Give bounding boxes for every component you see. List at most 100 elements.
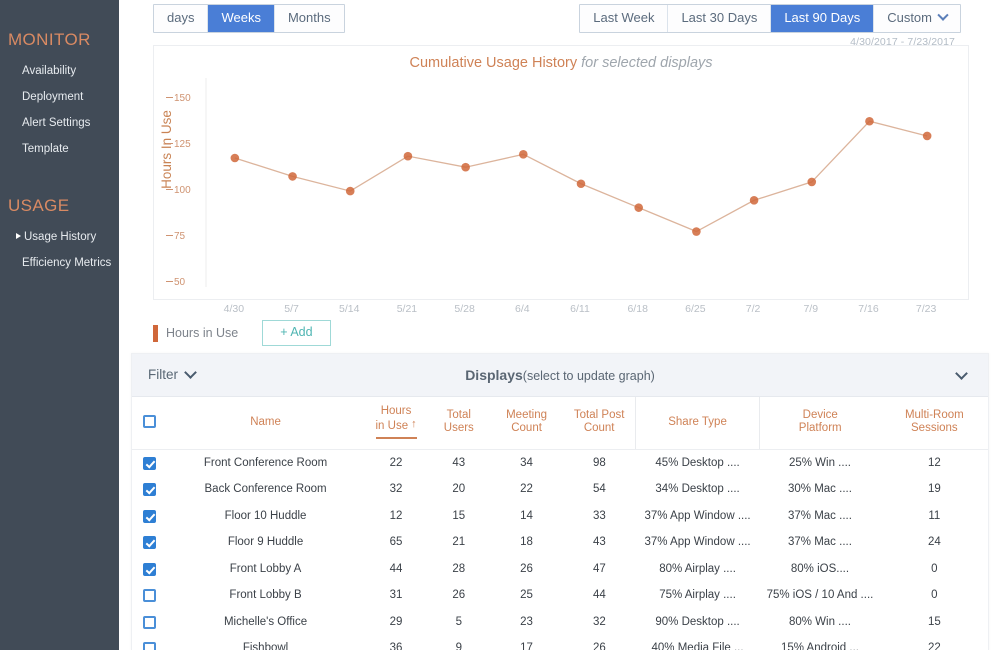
- chart-data-point[interactable]: [288, 172, 297, 181]
- chart-plot-area[interactable]: 50 75 100 125 150: [154, 46, 970, 301]
- row-checkbox[interactable]: [142, 562, 156, 576]
- usage-history-page: MONITOR Availability Deployment Alert Se…: [0, 0, 1000, 650]
- header-meeting-line2: Count: [511, 422, 542, 434]
- cell-meeting-count: 23: [520, 615, 533, 628]
- sidebar-item-efficiency-metrics[interactable]: Efficiency Metrics: [0, 250, 119, 276]
- table-row[interactable]: Fishbowl 36 9 17 26 40% Media File ... 15% And…: [132, 636, 988, 650]
- displays-panel-title: Displays(select to update graph): [132, 367, 988, 383]
- cell-total-users: 20: [452, 483, 466, 496]
- cell-device-platform: 37% Mac ....: [788, 536, 852, 549]
- displays-table-body: Front Conference Room 22 43 34 98 45% Desktop…: [132, 450, 988, 650]
- chart-data-point[interactable]: [692, 227, 701, 236]
- row-checkbox[interactable]: [142, 589, 156, 603]
- sidebar-item-deployment[interactable]: Deployment: [0, 84, 119, 110]
- select-all-checkbox[interactable]: [142, 415, 156, 429]
- table-row[interactable]: Front Lobby B 31 26 25 44 75% Airplay .... 75%…: [132, 583, 988, 610]
- cell-multi-room-sessions: 24: [927, 536, 941, 549]
- chart-x-axis: 4/30 5/7 5/14 5/21 5/28 6/4 6/11 6/18 6/25 7/2 7/9…: [153, 303, 969, 319]
- chart-data-point[interactable]: [519, 150, 528, 159]
- sidebar-item-label: Deployment: [22, 91, 84, 103]
- chart-data-point[interactable]: [865, 116, 874, 126]
- row-select-cell: [132, 609, 166, 636]
- sidebar-item-template[interactable]: Template: [0, 136, 119, 162]
- sidebar-item-alert-settings[interactable]: Alert Settings: [0, 110, 119, 136]
- chart-x-tick: 6/4: [514, 303, 530, 315]
- row-checkbox[interactable]: [142, 509, 156, 523]
- chart-x-tick: 5/14: [339, 303, 360, 315]
- cell-name[interactable]: Floor 9 Huddle: [166, 530, 364, 557]
- sidebar-item-usage-history[interactable]: Usage History: [0, 224, 119, 250]
- header-device-platform[interactable]: Device Platform: [758, 397, 881, 450]
- granularity-months-button[interactable]: Months: [274, 5, 344, 32]
- usage-chart-card: Cumulative Usage History for selected di…: [153, 45, 969, 300]
- cell-name[interactable]: Back Conference Room: [166, 477, 364, 504]
- header-platform-line1: Device: [802, 409, 838, 421]
- cell-device-platform: 25% Win ....: [788, 456, 851, 469]
- row-checkbox[interactable]: [142, 615, 156, 629]
- chart-data-point[interactable]: [922, 131, 932, 141]
- cell-share-type: 90% Desktop ....: [655, 615, 740, 628]
- header-users-line1: Total: [446, 409, 471, 421]
- chart-data-point[interactable]: [230, 153, 240, 163]
- chart-data-point[interactable]: [634, 203, 643, 212]
- cell-share-type: 40% Media File ...: [651, 642, 744, 650]
- cell-name[interactable]: Floor 10 Huddle: [166, 503, 364, 530]
- displays-panel: Filter Displays(select to update graph) …: [131, 353, 989, 650]
- range-custom-button[interactable]: Custom: [874, 5, 960, 32]
- row-checkbox[interactable]: [142, 456, 156, 470]
- cell-multi-room-sessions: 11: [928, 509, 941, 522]
- range-last-30-days-button[interactable]: Last 30 Days: [668, 5, 772, 32]
- sort-ascending-icon: ↑: [411, 418, 417, 430]
- table-row[interactable]: Michelle's Office 29 5 23 32 90% Desktop ....…: [132, 609, 988, 636]
- cell-device-platform: 37% Mac ....: [788, 509, 852, 522]
- range-last-90-days-button[interactable]: Last 90 Days: [771, 5, 875, 32]
- chart-data-point[interactable]: [461, 162, 470, 172]
- header-share-type[interactable]: Share Type: [635, 397, 760, 450]
- header-hours-in-use[interactable]: Hours in Use ↑: [364, 397, 428, 450]
- cell-total-users: 9: [455, 642, 462, 650]
- add-series-button[interactable]: + Add: [262, 320, 331, 346]
- chart-data-point[interactable]: [403, 151, 413, 161]
- cell-name[interactable]: Fishbowl: [166, 636, 364, 650]
- cell-name[interactable]: Front Lobby A: [166, 556, 364, 583]
- chart-data-point[interactable]: [749, 195, 759, 205]
- row-checkbox[interactable]: [142, 536, 156, 550]
- cell-share-type: 37% App Window ....: [644, 509, 751, 522]
- header-meeting-count[interactable]: Meeting Count: [490, 397, 563, 450]
- chart-data-point[interactable]: [345, 186, 355, 196]
- header-total-users[interactable]: Total Users: [427, 397, 491, 450]
- header-name[interactable]: Name: [166, 397, 365, 450]
- cell-multi-room-sessions: 19: [927, 483, 941, 496]
- cell-name[interactable]: Front Lobby B: [166, 583, 364, 610]
- cell-total-users: 28: [452, 562, 466, 575]
- cell-meeting-count: 34: [520, 456, 533, 469]
- row-select-cell: [132, 530, 166, 557]
- cell-multi-room-sessions: 15: [927, 615, 941, 628]
- range-last-week-button[interactable]: Last Week: [580, 5, 669, 32]
- table-row[interactable]: Floor 10 Huddle 12 15 14 33 37% App Window ..…: [132, 503, 988, 530]
- header-users-line2: Users: [443, 422, 474, 434]
- chart-x-tick: 7/23: [915, 303, 937, 315]
- row-select-cell: [132, 450, 166, 477]
- table-row[interactable]: Front Lobby A 44 28 26 47 80% Airplay .... 80%…: [132, 556, 988, 583]
- header-multi-room-sessions[interactable]: Multi-Room Sessions: [880, 397, 988, 450]
- chart-data-point[interactable]: [576, 179, 586, 189]
- granularity-days-button[interactable]: days: [154, 5, 209, 32]
- row-checkbox[interactable]: [142, 483, 156, 497]
- table-row[interactable]: Floor 9 Huddle 65 21 18 43 37% App Window ...…: [132, 530, 988, 557]
- cell-name[interactable]: Michelle's Office: [166, 609, 364, 636]
- row-checkbox[interactable]: [142, 642, 156, 650]
- sidebar-item-label: Alert Settings: [22, 117, 91, 129]
- collapse-panel-button[interactable]: [949, 367, 968, 385]
- chart-legend: Hours in Use + Add: [153, 320, 331, 346]
- table-row[interactable]: Front Conference Room 22 43 34 98 45% Desktop…: [132, 450, 988, 477]
- cell-name[interactable]: Front Conference Room: [166, 450, 364, 477]
- chart-data-point[interactable]: [807, 177, 817, 187]
- cell-multi-room-sessions: 22: [927, 642, 941, 650]
- displays-panel-header: Filter Displays(select to update graph): [132, 354, 988, 397]
- header-total-post-count[interactable]: Total Post Count: [562, 397, 636, 450]
- header-post-line2: Count: [583, 422, 615, 434]
- sidebar-item-availability[interactable]: Availability: [0, 58, 119, 84]
- granularity-weeks-button[interactable]: Weeks: [208, 5, 275, 32]
- table-row[interactable]: Back Conference Room 32 20 22 54 34% Desktop …: [132, 477, 988, 504]
